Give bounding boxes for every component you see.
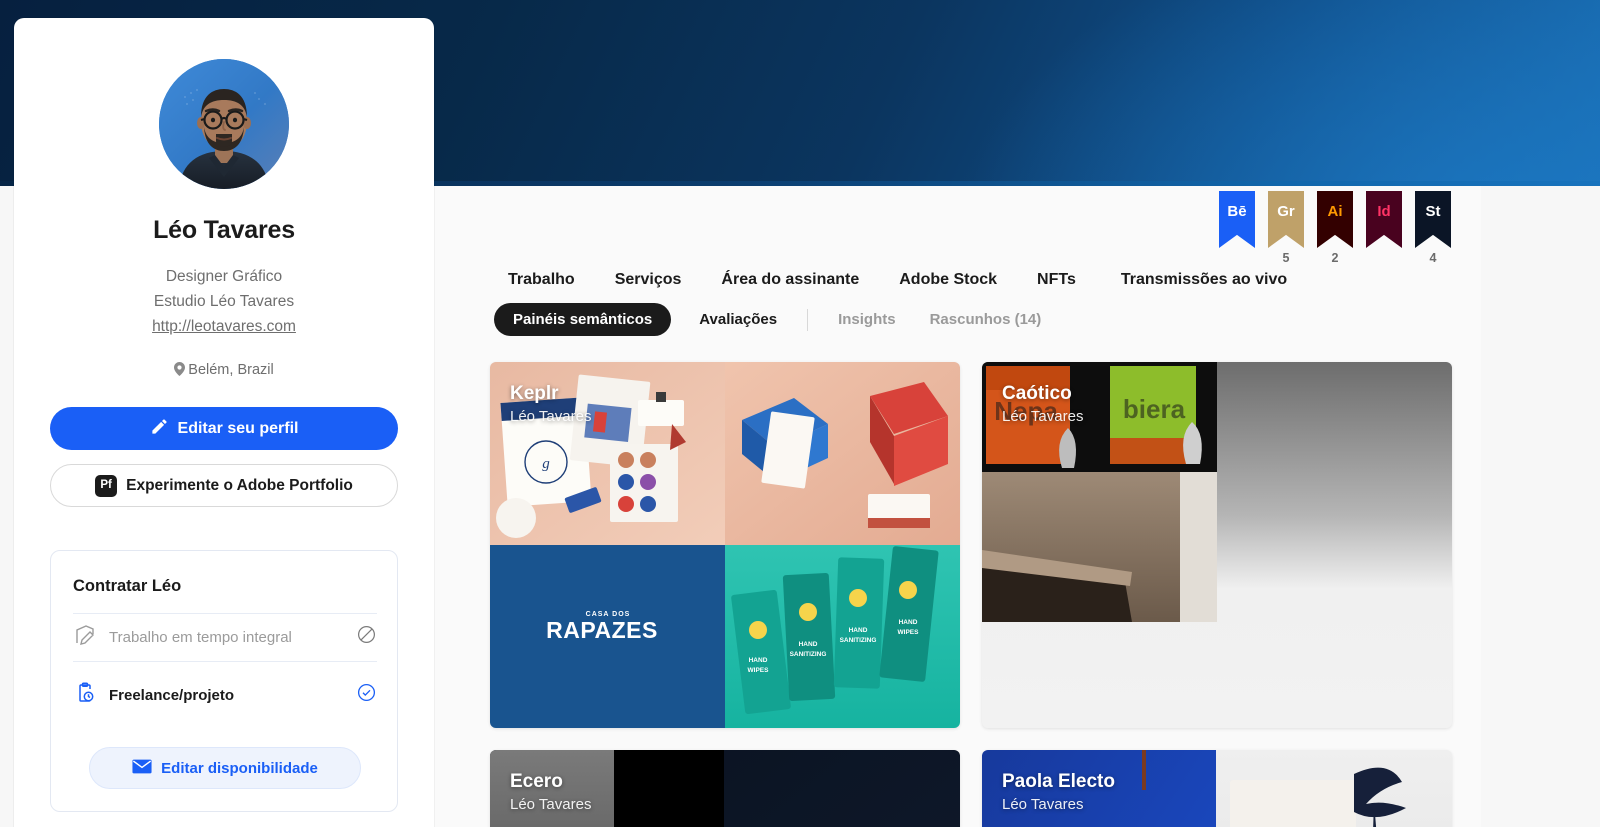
profile-role: Designer Gráfico xyxy=(165,268,283,285)
nav-item-nfts[interactable]: NFTs xyxy=(1037,271,1076,289)
primary-nav: Trabalho Serviços Área do assinante Adobe S… xyxy=(508,271,1287,289)
app-badge-ribbon: Bē xyxy=(1219,191,1255,248)
app-badge-b[interactable]: Bē xyxy=(1219,191,1255,266)
nav-item-transmiss-es-ao-vivo[interactable]: Transmissões ao vivo xyxy=(1121,271,1287,289)
available-check-icon xyxy=(356,682,377,708)
project-thumbnail: g CASA DOS RAPAZES HAND WIPES HAND SANIT… xyxy=(490,362,960,728)
app-badge-ribbon: Gr xyxy=(1268,191,1304,248)
subtab-insights[interactable]: Insights xyxy=(838,311,896,328)
svg-text:HAND: HAND xyxy=(799,641,818,648)
project-thumbnail: THIERRY xyxy=(982,750,1452,827)
edit-availability-button[interactable]: Editar disponibilidade xyxy=(89,747,361,789)
svg-text:HAND: HAND xyxy=(899,619,918,626)
svg-text:SANITIZING: SANITIZING xyxy=(840,637,877,644)
hire-row-fulltime[interactable]: Trabalho em tempo integral xyxy=(73,614,377,660)
app-badge-ribbon: Id xyxy=(1366,191,1402,248)
profile-studio: Estudio Léo Tavares xyxy=(153,293,295,310)
nav-item--rea-do-assinante[interactable]: Área do assinante xyxy=(721,271,859,289)
svg-text:g: g xyxy=(542,456,550,472)
project-card[interactable]: g CASA DOS RAPAZES HAND WIPES HAND SANIT… xyxy=(490,362,960,728)
profile-location-text: Belém, Brazil xyxy=(188,362,274,378)
hire-row-freelance-label: Freelance/projeto xyxy=(109,686,235,704)
avatar[interactable] xyxy=(159,59,289,189)
svg-text:HAND: HAND xyxy=(749,657,768,664)
edit-profile-label: Editar seu perfil xyxy=(177,419,299,437)
svg-text:HAND: HAND xyxy=(849,627,868,634)
subtab-rascunhos-14-[interactable]: Rascunhos (14) xyxy=(930,311,1042,328)
behance-profile-page: Bē Gr 5 Ai 2 Id St 4 Trabalho Serviços Área do as… xyxy=(0,0,1600,827)
app-badge-gr[interactable]: Gr 5 xyxy=(1268,191,1304,266)
pencil-icon xyxy=(150,417,169,441)
portfolio-icon: Pf xyxy=(95,474,118,497)
hire-row-freelance[interactable]: Freelance/projeto xyxy=(73,672,377,718)
hire-divider-2 xyxy=(73,661,377,662)
app-badge-count: 2 xyxy=(1331,251,1339,265)
subtab-avalia-es[interactable]: Avaliações xyxy=(699,311,777,328)
edit-profile-button[interactable]: Editar seu perfil xyxy=(50,407,398,450)
clipboard-clock-icon xyxy=(73,681,97,710)
app-badge-st[interactable]: St 4 xyxy=(1415,191,1451,266)
project-card[interactable]: Nepa biera Caótico Léo Tavares xyxy=(982,362,1452,728)
try-adobe-portfolio-label: Experimente o Adobe Portfolio xyxy=(126,476,353,494)
app-badge-count xyxy=(1366,250,1402,266)
adobe-app-badges: Bē Gr 5 Ai 2 Id St 4 xyxy=(1219,191,1451,266)
app-badge-count: 4 xyxy=(1429,251,1437,265)
app-badge-count xyxy=(1219,250,1255,266)
profile-name: Léo Tavares xyxy=(153,216,295,244)
svg-text:WIPES: WIPES xyxy=(748,667,770,674)
svg-text:WIPES: WIPES xyxy=(898,629,920,636)
app-badge-ai[interactable]: Ai 2 xyxy=(1317,191,1353,266)
project-thumbnail xyxy=(490,750,960,827)
project-card[interactable]: Ecero Léo Tavares xyxy=(490,750,960,827)
profile-meta: Designer Gráfico Estudio Léo Tavares htt… xyxy=(14,264,434,339)
app-badge-id[interactable]: Id xyxy=(1366,191,1402,266)
svg-text:biera: biera xyxy=(1123,394,1186,424)
svg-text:SANITIZING: SANITIZING xyxy=(790,651,827,658)
secondary-nav: Painéis semânticos Avaliações Insights Rasc… xyxy=(494,303,1041,336)
app-badge-ribbon: St xyxy=(1415,191,1451,248)
nav-item-servi-os[interactable]: Serviços xyxy=(615,271,682,289)
nav-item-trabalho[interactable]: Trabalho xyxy=(508,271,575,289)
nav-item-adobe-stock[interactable]: Adobe Stock xyxy=(899,271,997,289)
hire-row-fulltime-label: Trabalho em tempo integral xyxy=(109,628,292,646)
project-card[interactable]: THIERRY Paola ElectoLéo Tavares xyxy=(982,750,1452,827)
app-badge-ribbon: Ai xyxy=(1317,191,1353,248)
project-grid: g CASA DOS RAPAZES HAND WIPES HAND SANIT… xyxy=(490,362,1460,827)
hire-card: Contratar Léo Trabalho em tempo integral xyxy=(50,550,398,812)
nav-divider xyxy=(807,308,809,331)
profile-website-link[interactable]: http://leotavares.com xyxy=(152,318,296,335)
edit-availability-label: Editar disponibilidade xyxy=(161,759,318,777)
svg-text:Nepa: Nepa xyxy=(994,396,1058,426)
subtab-pain-is-sem-nticos[interactable]: Painéis semânticos xyxy=(494,303,672,336)
profile-sidebar: Léo Tavares Designer Gráfico Estudio Léo… xyxy=(14,18,434,827)
hire-card-title: Contratar Léo xyxy=(73,577,182,595)
profile-location: Belém, Brazil xyxy=(14,362,434,380)
svg-text:RAPAZES: RAPAZES xyxy=(546,617,658,643)
envelope-icon xyxy=(132,759,152,778)
project-thumbnail: Nepa biera xyxy=(982,362,1452,728)
app-badge-count: 5 xyxy=(1282,251,1290,265)
location-pin-icon xyxy=(174,362,186,380)
try-adobe-portfolio-button[interactable]: Pf Experimente o Adobe Portfolio xyxy=(50,464,398,507)
unavailable-icon xyxy=(356,624,377,650)
signature-icon xyxy=(73,623,97,652)
